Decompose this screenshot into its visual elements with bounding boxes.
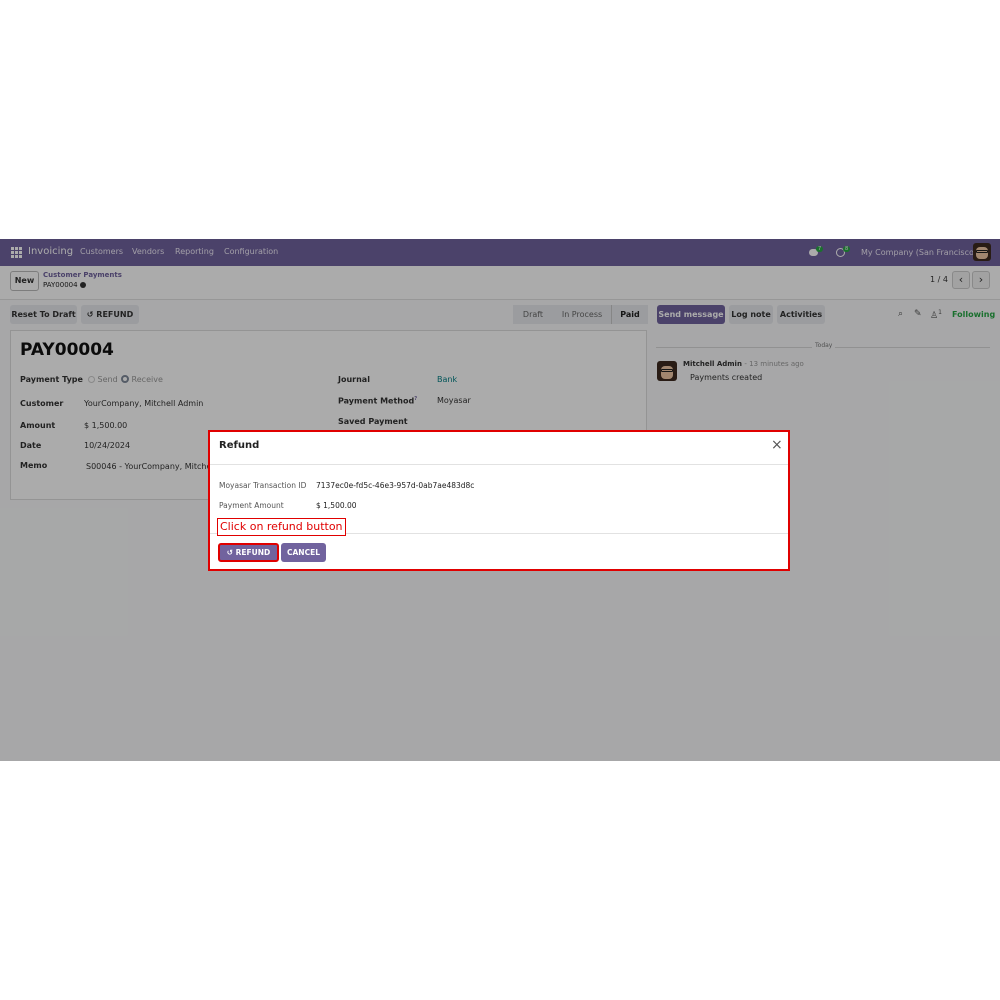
app-frame: Invoicing Customers Vendors Reporting Co… [0, 239, 1000, 761]
refund-dialog: Refund × Moyasar Transaction ID 7137ec0e… [208, 430, 790, 571]
dialog-header-divider [210, 464, 788, 465]
transaction-id-label: Moyasar Transaction ID [219, 481, 307, 490]
instruction-annotation: Click on refund button [217, 518, 346, 536]
payment-amount-label: Payment Amount [219, 501, 284, 510]
refund-button-label: REFUND [235, 548, 271, 557]
close-icon[interactable]: × [771, 438, 783, 452]
refund-button[interactable]: ↺ REFUND [218, 543, 279, 562]
transaction-id-value: 7137ec0e-fd5c-46e3-957d-0ab7ae483d8c [316, 481, 475, 490]
cancel-button[interactable]: CANCEL [281, 543, 326, 562]
payment-amount-value: $ 1,500.00 [316, 501, 357, 510]
undo-icon: ↺ [226, 548, 234, 557]
dialog-title: Refund [219, 440, 260, 451]
